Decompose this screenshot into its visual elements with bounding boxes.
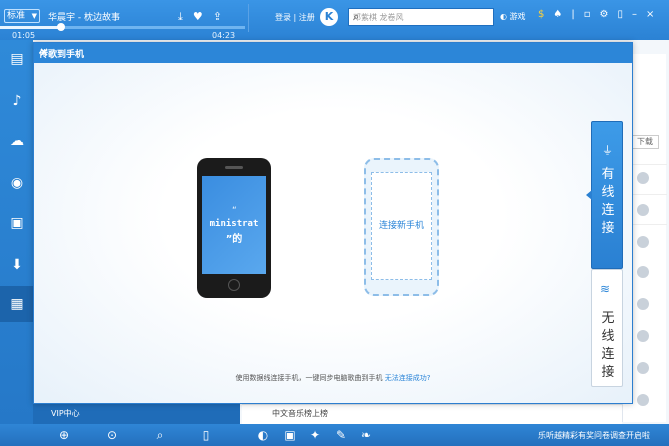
mobile-icon[interactable]: ▯ [617,9,623,20]
grid-icon[interactable]: ▦ [6,293,28,315]
video-icon[interactable]: ▣ [6,212,28,234]
more-icon[interactable] [637,298,649,310]
search-icon[interactable]: ⌕ [353,10,489,24]
minimize-icon[interactable]: – [632,9,637,20]
more-icon[interactable] [637,236,649,248]
quality-select[interactable]: 标准 ▼ [4,9,40,23]
list-item-title: 中文音乐榜上榜 [272,409,328,418]
chevron-down-icon: ▼ [31,12,37,20]
game-link[interactable]: ◐ 游戏 [500,11,526,22]
tab-wireless-connection[interactable]: ≋ 无线连接 [591,269,623,387]
top-bar: 标准 ▼ 华晨宇 - 枕边故事 ⤓ ♥ ⇪ 01:05 04:23 登录 | 注… [0,0,669,40]
login-register-link[interactable]: 登录 | 注册 [275,12,315,23]
progress-knob[interactable] [57,23,66,31]
download-icon[interactable]: ⬇ [6,254,28,276]
gamepad-icon[interactable]: ◐ [255,427,271,443]
connect-new-phone-label: 连接新手机 [378,221,424,231]
now-playing-title[interactable]: 华晨宇 - 枕边故事 [48,10,120,23]
search-box[interactable]: 邓紫棋 龙卷风 ⌕ [348,8,494,26]
tab-wired-label: 有线连接 [601,167,615,236]
progress-fill [0,26,62,29]
wifi-icon: ≋ [600,282,611,296]
cloud-icon[interactable]: ☁ [6,130,28,152]
search-icon[interactable]: ⌕ [152,427,168,443]
quality-label: 标准 [7,11,26,21]
current-time: 01:05 [12,31,36,40]
more-icon[interactable] [637,362,649,374]
gamepad-icon: ◐ [500,12,510,21]
more-icon[interactable] [637,330,649,342]
dialog-body: “ ministrat ”的 连接新手机 ⏚ 有线连接 ≋ 无线连接 [34,63,632,403]
add-icon[interactable]: ⊕ [56,427,72,443]
shirt-icon[interactable]: ♠ [553,9,562,20]
phone-text-line1: ministrat [209,219,259,229]
phone-speaker [225,166,243,169]
phone-quote: “ [232,206,237,216]
locate-icon[interactable]: ⊙ [104,427,120,443]
connect-new-phone-button[interactable]: 连接新手机 [364,158,439,296]
more-icon[interactable] [637,266,649,278]
home-button [228,279,240,291]
tool-icon[interactable]: ✎ [333,427,349,443]
more-icon[interactable] [637,394,649,406]
tab-wired-connection[interactable]: ⏚ 有线连接 [586,121,623,269]
money-bag-icon[interactable]: $ [538,9,544,20]
notice-text[interactable]: 乐听越精彩有奖问卷调查开启啦 [538,430,650,441]
sidebar: ▤ ♪ ☁ ◉ ▣ ⬇ ▦ [0,40,33,424]
window-controls: $ ♠ | ▫ ⚙ ▯ – × [538,9,654,20]
song-actions: ⤓ ♥ ⇪ [178,10,222,24]
close-icon[interactable]: × [646,9,654,20]
tab-pointer [586,190,592,200]
hint-text: 使用数据线连接手机，一键同步电脑歌曲到手机 [235,374,385,382]
share-icon[interactable]: ⇪ [213,10,222,24]
phone-text-line2: ”的 [225,234,243,245]
download-icon[interactable]: ⤓ [178,10,183,24]
more-icon[interactable] [637,204,649,216]
bottom-bar: ⊕ ⊙ ⌕ ▯ ◐ ▣ ✦ ✎ ❧ 乐听越精彩有奖问卷调查开启啦 [0,424,669,446]
usb-icon: ⏚ [602,144,613,157]
app-icon[interactable]: ▣ [282,427,298,443]
more-icon[interactable] [637,172,649,184]
close-icon[interactable]: × [39,45,626,59]
background-tag[interactable]: 下载 [631,135,659,149]
phone-icon[interactable]: ▯ [198,427,214,443]
game-label: 游戏 [509,12,526,21]
vip-label: VIP中心 [51,409,80,418]
vip-center[interactable]: VIP中心 [33,404,240,424]
divider [248,4,249,32]
phone-screen: “ ministrat ”的 [202,176,266,274]
total-time: 04:23 [212,31,236,40]
transfer-to-phone-dialog: 传歌到手机 × “ ministrat ”的 连接新手机 ⏚ 有线连接 ≋ 无 … [33,42,633,404]
cannot-connect-link[interactable]: 无法连接成功? [385,374,431,382]
divider: | [571,9,575,20]
music-note-icon[interactable]: ♪ [6,90,28,112]
dialog-titlebar: 传歌到手机 × [34,43,632,63]
star-icon[interactable]: ✦ [307,427,323,443]
radio-icon[interactable]: ◉ [6,172,28,194]
connected-phone[interactable]: “ ministrat ”的 [197,158,271,298]
progress-bar[interactable] [0,23,245,31]
kugou-logo[interactable]: K [320,8,338,26]
kugou-window: 标准 ▼ 华晨宇 - 枕边故事 ⤓ ♥ ⇪ 01:05 04:23 登录 | 注… [0,0,669,446]
connection-hint: 使用数据线连接手机，一键同步电脑歌曲到手机 无法连接成功? [34,373,632,383]
list-item[interactable]: 中文音乐榜上榜 [242,404,622,424]
heart-icon[interactable]: ♥ [193,10,203,24]
list-icon[interactable]: ▤ [6,48,28,70]
settings-icon[interactable]: ⚙ [600,9,609,20]
tab-wireless-label: 无线连接 [601,311,615,380]
leaf-icon[interactable]: ❧ [358,427,374,443]
mini-mode-icon[interactable]: ▫ [584,9,591,20]
